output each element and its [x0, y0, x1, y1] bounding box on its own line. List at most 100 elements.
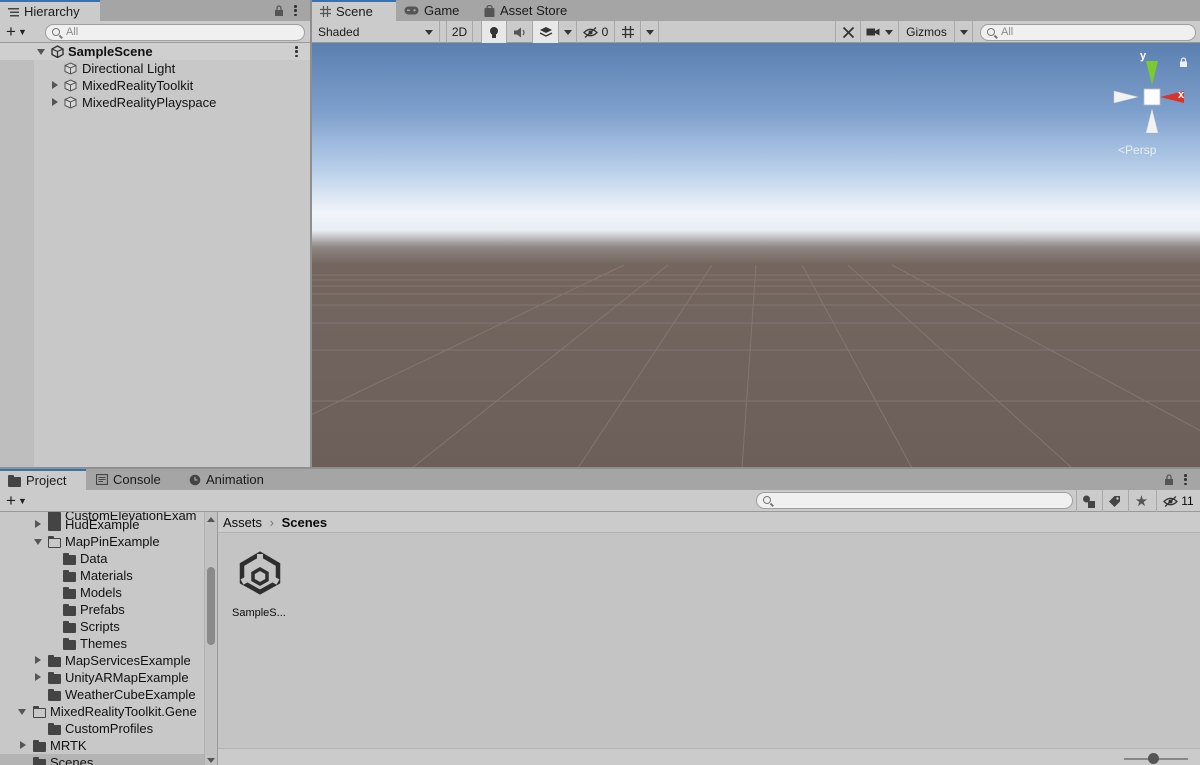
tab-asset-store[interactable]: Asset Store	[476, 0, 576, 21]
tab-game[interactable]: Game	[396, 0, 474, 21]
folder-tree-item[interactable]: UnityARMapExample	[0, 669, 204, 686]
expand-arrow-icon[interactable]	[35, 520, 41, 528]
project-add-button[interactable]: + ▼	[6, 492, 27, 510]
shading-mode-dropdown[interactable]: Shaded	[312, 21, 440, 43]
gizmo-lock-icon[interactable]	[1179, 57, 1188, 67]
folder-tree-item[interactable]: MRTK	[0, 737, 204, 754]
folder-tree-item-selected[interactable]: Scenes	[0, 754, 204, 765]
camera-settings-button[interactable]	[861, 21, 899, 43]
hidden-objects-count: 0	[601, 25, 609, 39]
lighting-toggle-button[interactable]	[481, 21, 507, 43]
effects-toggle-button[interactable]	[533, 21, 559, 43]
gizmos-dropdown-button[interactable]	[955, 21, 973, 43]
grid-toggle-button[interactable]	[615, 21, 641, 43]
tab-scene[interactable]: Scene	[312, 0, 396, 21]
search-icon	[987, 28, 995, 36]
project-menu-button[interactable]	[1184, 474, 1187, 485]
folder-tree-scrollbar[interactable]	[204, 512, 217, 765]
favorites-button[interactable]: ★	[1128, 490, 1154, 512]
folder-tree-item[interactable]: Data	[0, 550, 204, 567]
folder-tree-item[interactable]: CustomProfiles	[0, 720, 204, 737]
folder-tree-item[interactable]: Prefabs	[0, 601, 204, 618]
scene-search-input[interactable]: All	[980, 24, 1196, 41]
expand-arrow-icon[interactable]	[34, 539, 42, 545]
folder-tree-item[interactable]: Models	[0, 584, 204, 601]
projection-toggle[interactable]: <Persp	[1118, 143, 1156, 157]
hierarchy-item[interactable]: MixedRealityToolkit	[0, 77, 310, 94]
folder-tree-item[interactable]: HudExample	[0, 516, 204, 533]
tab-game-label: Game	[424, 3, 460, 18]
scene-viewport[interactable]: y x <Persp	[312, 43, 1200, 468]
folder-tree-item[interactable]: Materials	[0, 567, 204, 584]
tab-hierarchy-label: Hierarchy	[24, 4, 80, 19]
folder-icon	[8, 474, 21, 487]
toggle-2d-button[interactable]: 2D	[446, 21, 473, 43]
hierarchy-item[interactable]: MixedRealityPlayspace	[0, 94, 310, 111]
tab-console[interactable]: Console	[88, 469, 174, 490]
speaker-icon	[513, 27, 525, 37]
tools-button[interactable]	[835, 21, 861, 43]
expand-arrow-icon[interactable]	[35, 656, 41, 664]
lock-icon[interactable]	[1164, 474, 1174, 485]
tab-animation[interactable]: Animation	[181, 469, 277, 490]
shapes-filter-icon	[1082, 495, 1095, 508]
hierarchy-add-button[interactable]: + ▼	[6, 23, 27, 41]
orientation-gizmo[interactable]: y x <Persp	[1112, 50, 1192, 157]
hierarchy-scene-row[interactable]: SampleScene	[0, 43, 310, 60]
project-tabbar: Project Console Animation	[0, 469, 1200, 490]
expand-arrow-icon[interactable]	[18, 709, 26, 715]
tab-project[interactable]: Project	[0, 469, 86, 490]
expand-arrow-icon[interactable]	[35, 673, 41, 681]
scene-visibility-button[interactable]: 0	[577, 21, 615, 43]
grid-dropdown-button[interactable]	[641, 21, 659, 43]
icon-size-slider-thumb[interactable]	[1148, 753, 1159, 764]
search-by-label-button[interactable]	[1102, 490, 1126, 512]
bag-icon	[484, 4, 495, 17]
scrollbar-thumb[interactable]	[207, 567, 215, 645]
hidden-packages-button[interactable]: 11	[1156, 490, 1200, 512]
folder-label: MRTK	[50, 738, 87, 753]
folder-tree-item[interactable]: MapServicesExample	[0, 652, 204, 669]
hierarchy-item-label: MixedRealityPlayspace	[82, 95, 217, 110]
audio-toggle-button[interactable]	[507, 21, 533, 43]
folder-tree-item[interactable]: MapPinExample	[0, 533, 204, 550]
star-icon: ★	[1134, 493, 1149, 510]
folder-label: MapPinExample	[65, 534, 160, 549]
expand-arrow-icon[interactable]	[37, 49, 45, 55]
breadcrumb-separator: ›	[269, 515, 274, 530]
scroll-down-arrow-icon[interactable]	[207, 758, 215, 763]
wrench-cross-icon	[842, 26, 854, 38]
effects-dropdown-button[interactable]	[559, 21, 577, 43]
scene-menu-button[interactable]	[295, 46, 298, 57]
expand-arrow-icon[interactable]	[20, 741, 26, 749]
folder-tree-item[interactable]: WeatherCubeExample	[0, 686, 204, 703]
breadcrumb-current[interactable]: Scenes	[282, 515, 328, 530]
breadcrumb-root[interactable]: Assets	[223, 515, 262, 530]
scene-search-placeholder: All	[1001, 26, 1014, 38]
gizmos-button[interactable]: Gizmos	[899, 21, 955, 43]
hierarchy-item-label: MixedRealityToolkit	[82, 78, 194, 93]
asset-item[interactable]: SampleS...	[232, 549, 294, 627]
hierarchy-tabbar: Hierarchy	[0, 0, 310, 21]
folder-icon	[63, 570, 76, 582]
folder-label: CustomProfiles	[65, 721, 154, 736]
search-icon	[763, 496, 771, 504]
hierarchy-search-input[interactable]: All	[45, 24, 305, 41]
lock-icon[interactable]	[274, 5, 284, 16]
expand-arrow-icon[interactable]	[52, 98, 58, 106]
hierarchy-item[interactable]: Directional Light	[0, 60, 310, 77]
folder-tree-item[interactable]: MixedRealityToolkit.Gene	[0, 703, 204, 720]
eye-hidden-icon	[1163, 495, 1179, 507]
folder-tree-item[interactable]: Scripts	[0, 618, 204, 635]
toggle-2d-label: 2D	[451, 25, 468, 39]
folder-label: HudExample	[65, 517, 140, 532]
expand-arrow-icon[interactable]	[52, 81, 58, 89]
project-search-input[interactable]	[756, 492, 1073, 509]
search-by-type-button[interactable]	[1076, 490, 1100, 512]
tab-project-label: Project	[26, 473, 67, 488]
folder-tree-item[interactable]: Themes	[0, 635, 204, 652]
tab-hierarchy[interactable]: Hierarchy	[0, 0, 100, 21]
hierarchy-menu-button[interactable]	[294, 5, 297, 16]
scroll-up-arrow-icon[interactable]	[207, 517, 215, 522]
folder-label: UnityARMapExample	[65, 670, 189, 685]
